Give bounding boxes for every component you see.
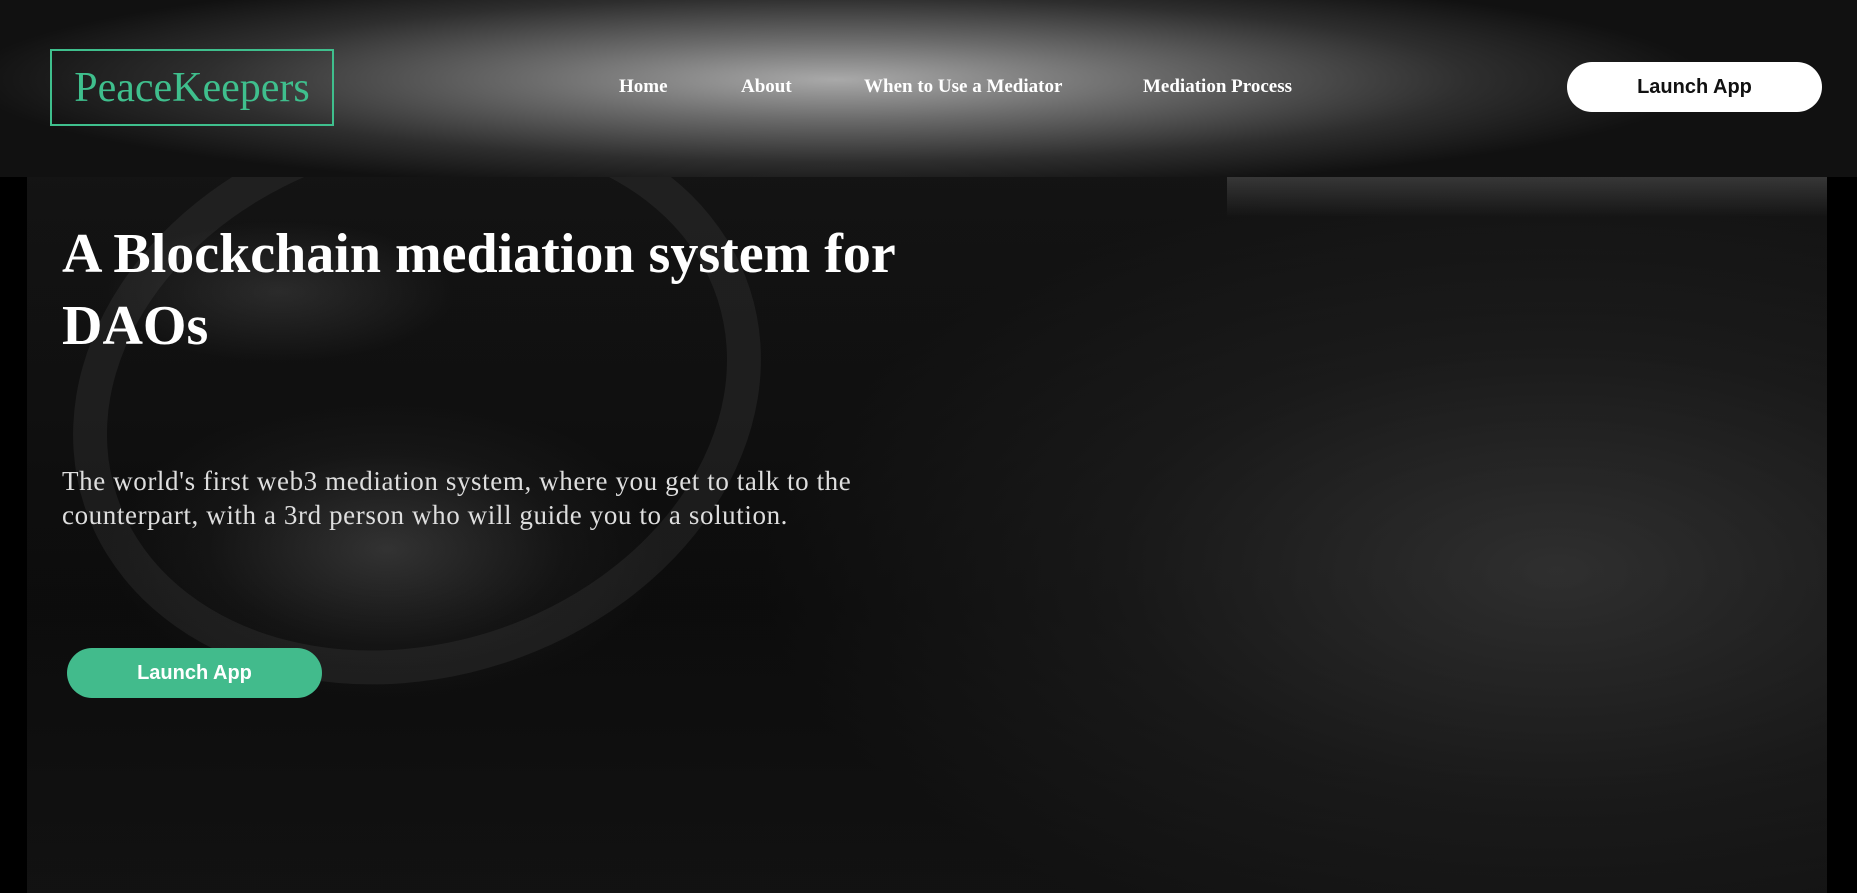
hero-subtitle: The world's first web3 mediation system,… bbox=[62, 466, 852, 530]
hero-launch-app-button[interactable]: Launch App bbox=[67, 648, 322, 698]
header-launch-app-button[interactable]: Launch App bbox=[1567, 62, 1822, 112]
nav-link-about[interactable]: About bbox=[741, 76, 792, 98]
nav-link-mediation-process[interactable]: Mediation Process bbox=[1143, 76, 1292, 98]
nav-link-when-to-use-mediator[interactable]: When to Use a Mediator bbox=[864, 76, 1062, 98]
site-header: PeaceKeepers Home About When to Use a Me… bbox=[0, 0, 1857, 177]
hero-title: A Blockchain mediation system for DAOs bbox=[62, 223, 895, 357]
hero-background-highlight bbox=[1227, 177, 1827, 217]
hero-section: A Blockchain mediation system for DAOs T… bbox=[27, 177, 1827, 893]
page: PeaceKeepers Home About When to Use a Me… bbox=[0, 0, 1857, 893]
nav-link-home[interactable]: Home bbox=[619, 76, 668, 98]
